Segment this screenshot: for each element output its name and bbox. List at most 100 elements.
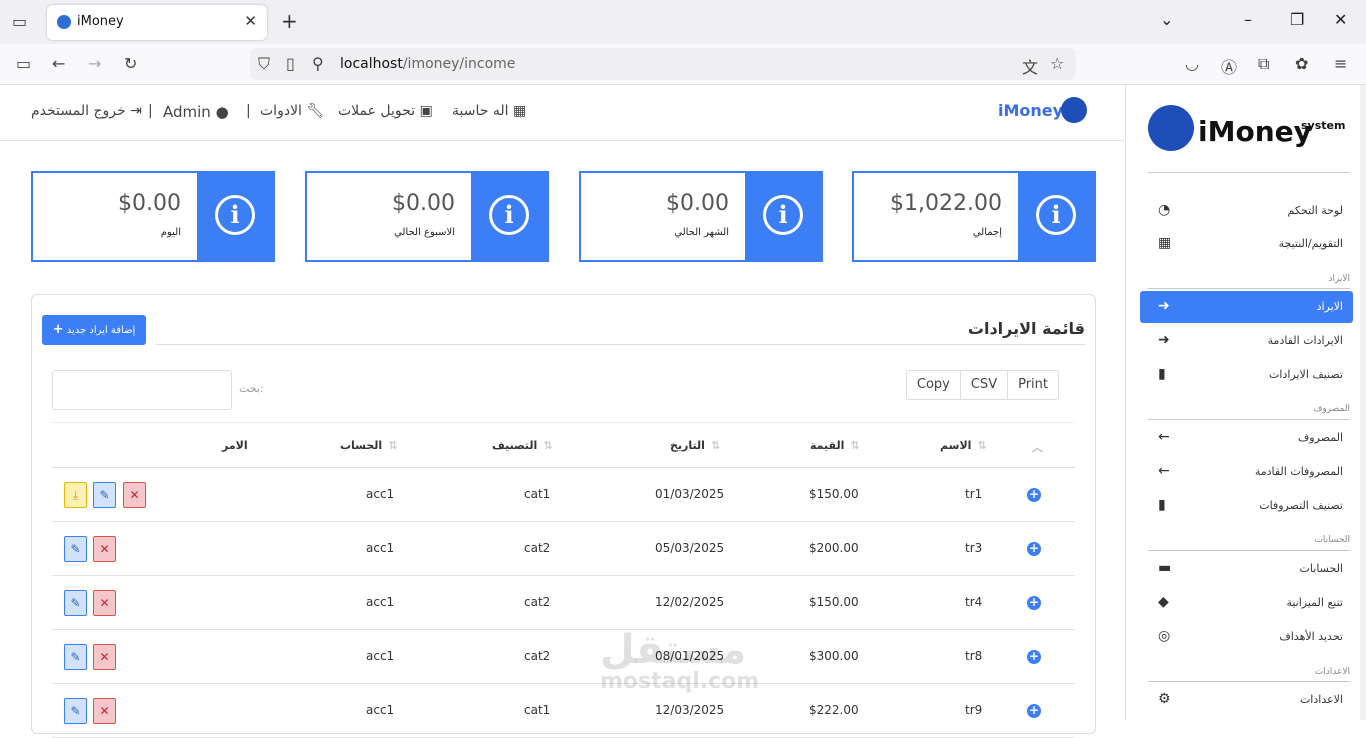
- sidebar-item-calendar[interactable]: ▦ التقويم/النتيجة: [1140, 228, 1353, 260]
- expand-row-icon[interactable]: +: [1027, 596, 1041, 610]
- table-header: ︿ الاسم ⇅ القيمة ⇅ التاريخ ⇅ التصنيف ⇅ الحسا…: [52, 422, 1075, 468]
- watermark: مستقل mostaql.com: [600, 630, 759, 694]
- add-income-button[interactable]: + إضافة ايراد جديد: [42, 315, 146, 345]
- cell-name: tr4: [965, 595, 983, 609]
- delete-icon[interactable]: ✕: [93, 698, 116, 724]
- stat-label: اليوم: [160, 227, 181, 238]
- delete-icon[interactable]: ✕: [93, 590, 116, 616]
- cell-account: acc1: [366, 595, 395, 609]
- brand-name[interactable]: iMoney: [998, 101, 1063, 120]
- expand-row-icon[interactable]: +: [1027, 542, 1041, 556]
- sidebar-item-upcoming-expense[interactable]: ← المصروفات القادمة: [1140, 456, 1353, 488]
- maximize-icon[interactable]: ❐: [1290, 10, 1304, 29]
- section-accounts: الحسابات: [1314, 535, 1350, 545]
- table-row: + tr3 $200.00 05/03/2025 cat2 acc1 ✕ ✎: [52, 522, 1075, 576]
- calculator-link[interactable]: اله حاسبة ▦: [452, 103, 526, 119]
- watermark-latin: mostaql.com: [600, 669, 760, 694]
- header-name[interactable]: الاسم ⇅: [940, 439, 987, 452]
- cell-amount: $200.00: [809, 541, 859, 555]
- expand-row-icon[interactable]: +: [1027, 704, 1041, 718]
- info-icon: i: [763, 195, 803, 235]
- translate-icon[interactable]: 文: [1022, 54, 1038, 78]
- menu-icon[interactable]: ≡: [1334, 54, 1347, 73]
- info-icon-box: i: [745, 173, 821, 260]
- download-icon[interactable]: ⤓: [64, 482, 87, 508]
- extensions-icon[interactable]: ⧉: [1258, 54, 1269, 74]
- currency-link[interactable]: تحويل عملات ▣: [338, 103, 433, 119]
- calculator-icon: ▦: [512, 103, 527, 119]
- logout-icon: ⇥: [130, 103, 142, 119]
- sidebar-item-goals[interactable]: ◎ تحديد الأهداف: [1140, 621, 1353, 653]
- sidebar-item-accounts[interactable]: ▬ الحسابات: [1140, 553, 1353, 585]
- color-extension-icon[interactable]: ✿: [1295, 54, 1308, 73]
- sidebar-item-income-categories[interactable]: ▮ تصنيف الايرادات: [1140, 359, 1353, 391]
- tab-list-icon[interactable]: ⌄: [1160, 10, 1173, 29]
- scrollbar[interactable]: [1360, 85, 1366, 720]
- close-window-icon[interactable]: ✕: [1334, 10, 1347, 29]
- logo-text[interactable]: iMoney: [1198, 115, 1312, 148]
- url-bar[interactable]: ⛉ ▯ ⚲ localhost/imoney/income 文 ☆: [250, 48, 1076, 80]
- minimize-icon[interactable]: –: [1244, 10, 1252, 29]
- delete-icon[interactable]: ✕: [123, 482, 146, 508]
- browser-tab-strip: ▭ iMoney ✕ + ⌄ – ❐ ✕: [0, 0, 1366, 44]
- sidebar-item-budget[interactable]: ◆ تتبع الميزانية: [1140, 587, 1353, 619]
- cell-name: tr8: [965, 649, 983, 663]
- tab-overview-icon[interactable]: ▭: [12, 12, 27, 31]
- sidebar-item-settings[interactable]: ⚙ الاعدادات: [1140, 684, 1353, 716]
- close-tab-icon[interactable]: ✕: [244, 12, 257, 30]
- bookmark-star-icon[interactable]: ☆: [1050, 54, 1064, 73]
- header-account[interactable]: الحساب ⇅: [340, 439, 397, 452]
- bookmark-icon: ▮: [1158, 366, 1166, 382]
- plus-icon: +: [52, 322, 64, 337]
- forward-icon[interactable]: →: [88, 54, 101, 73]
- header-amount[interactable]: القيمة ⇅: [810, 439, 860, 452]
- edit-icon[interactable]: ✎: [64, 698, 87, 724]
- expand-row-icon[interactable]: +: [1027, 488, 1041, 502]
- calendar-icon: ▦: [1158, 235, 1172, 251]
- stat-value: $0.00: [666, 191, 729, 216]
- edit-icon[interactable]: ✎: [64, 590, 87, 616]
- cell-category: cat1: [524, 487, 551, 501]
- expand-column-sort[interactable]: ︿: [1032, 439, 1043, 455]
- search-input[interactable]: [52, 370, 232, 410]
- copy-button[interactable]: Copy: [907, 371, 960, 399]
- url-text[interactable]: localhost/imoney/income: [340, 56, 515, 72]
- sidebar-item-upcoming-income[interactable]: ➜ الايرادات القادمة: [1140, 325, 1353, 357]
- delete-icon[interactable]: ✕: [93, 644, 116, 670]
- sidebar-item-expense-categories[interactable]: ▮ تصنيف التصروفات: [1140, 490, 1353, 522]
- sidebar-item-income[interactable]: ➜ الايراد: [1140, 291, 1353, 323]
- new-tab-icon[interactable]: +: [281, 9, 298, 33]
- edit-icon[interactable]: ✎: [64, 644, 87, 670]
- browser-navbar: ▭ ← → ↻ ⛉ ▯ ⚲ localhost/imoney/income 文 …: [0, 44, 1366, 85]
- back-icon[interactable]: ←: [52, 54, 65, 73]
- print-button[interactable]: Print: [1007, 371, 1058, 399]
- folder-icon: ▬: [1158, 560, 1172, 576]
- cell-amount: $222.00: [809, 703, 859, 717]
- header-category[interactable]: التصنيف ⇅: [492, 439, 553, 452]
- pocket-icon[interactable]: ◡: [1185, 54, 1199, 73]
- sidebar-toggle-icon[interactable]: ▭: [16, 54, 31, 73]
- tools-menu[interactable]: الادوات 🔧︎: [260, 103, 324, 119]
- cell-account: acc1: [366, 487, 395, 501]
- sidebar-item-expense[interactable]: ← المصروف: [1140, 422, 1353, 454]
- sidebar-item-dashboard[interactable]: ◔ لوحة التحكم: [1140, 195, 1353, 227]
- lifebuoy-icon: ◎: [1158, 628, 1171, 644]
- cell-amount: $150.00: [809, 595, 859, 609]
- delete-icon[interactable]: ✕: [93, 536, 116, 562]
- browser-tab[interactable]: iMoney ✕: [47, 5, 267, 40]
- expand-row-icon[interactable]: +: [1027, 650, 1041, 664]
- divider: [1148, 681, 1350, 682]
- csv-button[interactable]: CSV: [959, 371, 1007, 399]
- watermark-arabic: مستقل: [600, 627, 747, 673]
- page-icon: ▯: [286, 54, 295, 73]
- divider: [1148, 288, 1350, 289]
- info-icon-box: i: [1018, 173, 1094, 260]
- edit-icon[interactable]: ✎: [64, 536, 87, 562]
- reload-icon[interactable]: ↻: [124, 54, 137, 73]
- logout-link[interactable]: خروج المستخدم ⇥: [31, 103, 142, 119]
- search-label: بحث:: [239, 382, 264, 395]
- header-date[interactable]: التاريخ ⇅: [670, 439, 720, 452]
- edit-icon[interactable]: ✎: [93, 482, 116, 508]
- account-icon[interactable]: Ⓐ: [1221, 54, 1237, 78]
- user-menu[interactable]: Admin ●: [163, 103, 229, 121]
